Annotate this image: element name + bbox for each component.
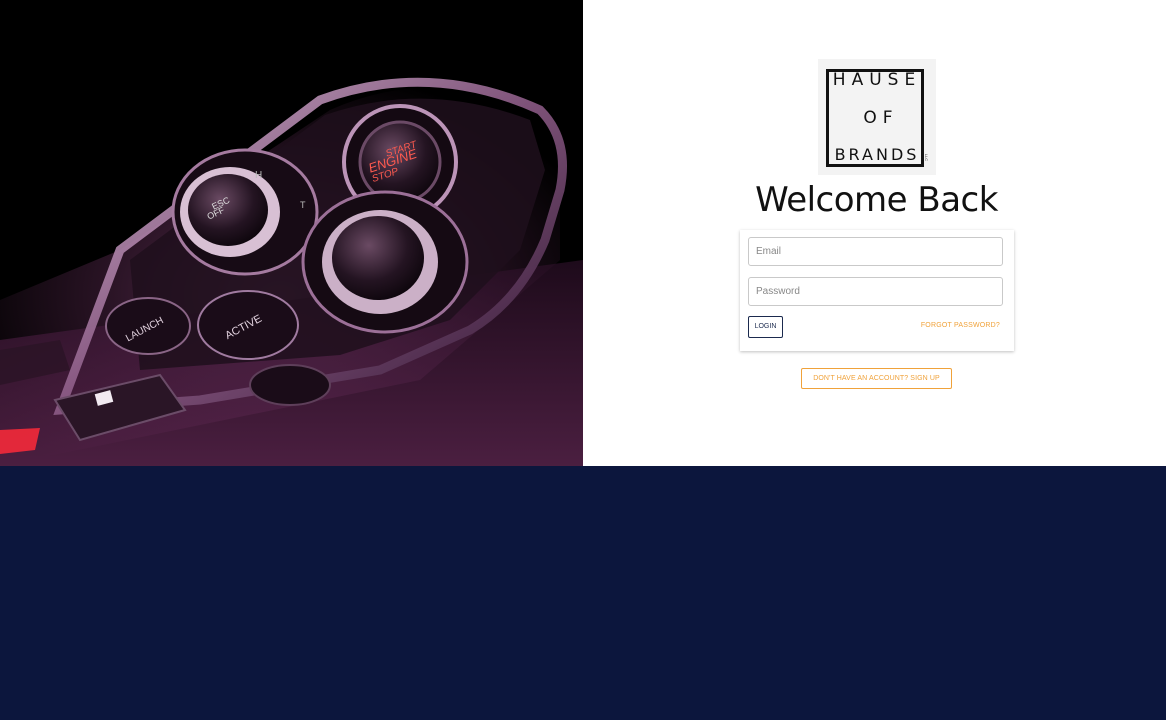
logo-line-hause: HAUSE <box>832 70 922 90</box>
logo-trademark: LLC <box>924 153 930 162</box>
forgot-password-link[interactable]: FORGOT PASSWORD? <box>921 322 1000 329</box>
password-field[interactable] <box>748 277 1003 306</box>
logo-line-brands: BRANDS <box>834 145 920 164</box>
footer-band <box>0 466 1166 720</box>
login-panel: HAUSE OF BRANDS LLC Welcome Back LOGIN F… <box>583 0 1166 466</box>
page-title: Welcome Back <box>755 180 998 220</box>
h-label: H <box>255 170 262 181</box>
t-label: T <box>300 200 306 210</box>
logo-line-of: OF <box>863 108 899 128</box>
top-section: START ENGINE STOP ESC OFF H T ACTIVE LAU… <box>0 0 1166 466</box>
login-card: LOGIN FORGOT PASSWORD? <box>740 230 1014 351</box>
hero-image: START ENGINE STOP ESC OFF H T ACTIVE LAU… <box>0 0 583 466</box>
brand-logo: HAUSE OF BRANDS LLC <box>818 59 936 175</box>
car-console-illustration: START ENGINE STOP ESC OFF H T ACTIVE LAU… <box>0 0 583 466</box>
email-field[interactable] <box>748 237 1003 266</box>
login-button[interactable]: LOGIN <box>748 316 783 338</box>
signup-button[interactable]: DON'T HAVE AN ACCOUNT? SIGN UP <box>801 368 952 389</box>
